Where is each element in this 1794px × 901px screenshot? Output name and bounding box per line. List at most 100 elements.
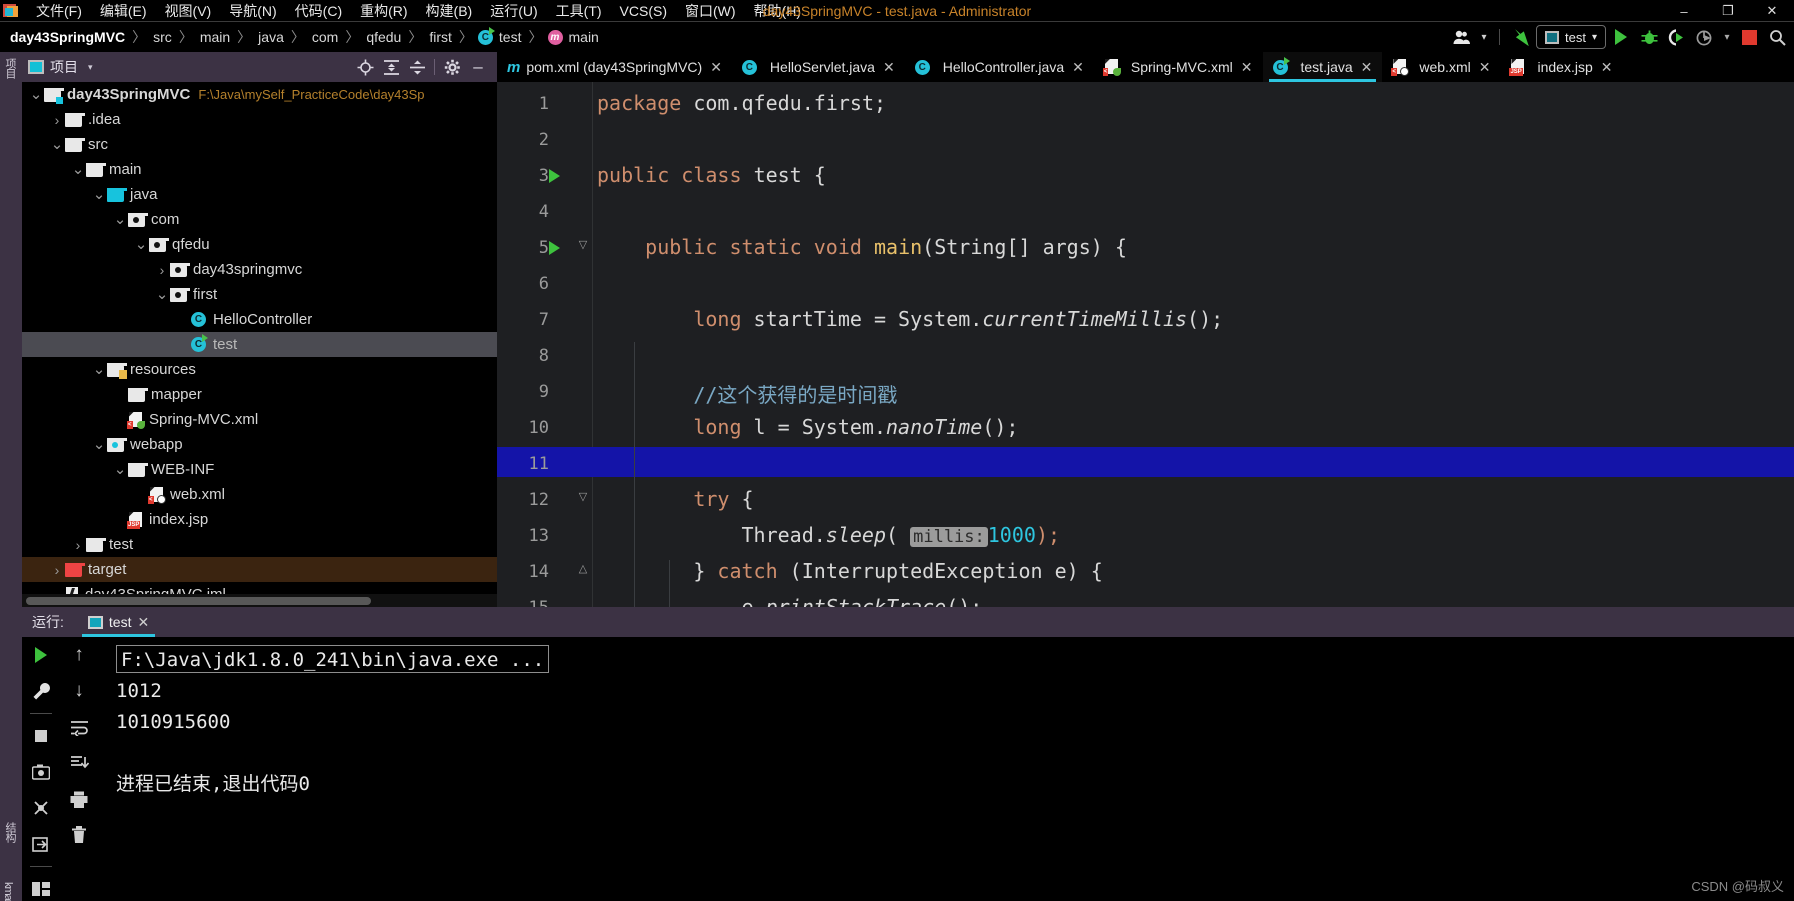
breadcrumb-method[interactable]: main (567, 29, 601, 45)
tree-node-target[interactable]: › target (22, 557, 497, 582)
menu-item-refactor[interactable]: 重构(R) (351, 0, 416, 22)
editor-tab-test-java[interactable]: Ctest.java ✕ (1262, 52, 1383, 82)
tree-node-day43springmvc[interactable]: › day43springmvc (22, 257, 497, 282)
scroll-to-end-icon[interactable] (60, 745, 98, 781)
close-icon[interactable]: ✕ (883, 59, 895, 76)
editor-tab-pom-xml-day43springmvc-[interactable]: m pom.xml (day43SpringMVC) ✕ (497, 52, 732, 82)
menu-item-build[interactable]: 构建(B) (417, 0, 482, 22)
tree-node-spring-mvc-xml[interactable]: < Spring-MVC.xml (22, 407, 497, 432)
tree-node-main[interactable]: ⌄ main (22, 157, 497, 182)
expand-all-icon[interactable] (378, 55, 404, 79)
tree-node-first[interactable]: ⌄ first (22, 282, 497, 307)
tree-node-test[interactable]: › test (22, 532, 497, 557)
close-icon[interactable]: ✕ (1601, 59, 1613, 76)
menu-item-code[interactable]: 代码(C) (286, 0, 351, 22)
tree-node-index-jsp[interactable]: JSP index.jsp (22, 507, 497, 532)
chevron-down-icon[interactable]: ⌄ (49, 137, 65, 152)
menu-item-window[interactable]: 窗口(W) (676, 0, 745, 22)
code-fold-marker[interactable]: ▽ (576, 238, 590, 254)
clear-all-icon[interactable] (60, 817, 98, 853)
chevron-right-icon[interactable]: › (49, 112, 65, 128)
hide-panel-icon[interactable]: – (465, 55, 491, 79)
code-fold-marker[interactable]: ▽ (576, 490, 590, 506)
breadcrumb-first[interactable]: first (427, 29, 454, 45)
breadcrumb-main[interactable]: main (198, 29, 232, 45)
user-account-icon[interactable] (1449, 25, 1475, 49)
chevron-down-icon[interactable]: ⌄ (28, 87, 44, 102)
tree-node-web-xml[interactable]: < web.xml (22, 482, 497, 507)
rerun-icon[interactable] (22, 637, 60, 673)
editor-tab-web-xml[interactable]: < web.xml ✕ (1382, 52, 1500, 82)
close-icon[interactable]: ✕ (1479, 59, 1491, 76)
chevron-down-icon[interactable]: ⌄ (112, 212, 128, 227)
scroll-down-icon[interactable]: ↓ (60, 673, 98, 709)
menu-item-vcs[interactable]: VCS(S) (611, 0, 676, 22)
chevron-right-icon[interactable]: › (49, 562, 65, 578)
profiler-caret-icon[interactable]: ▾ (1720, 25, 1734, 49)
editor-tab-spring-mvc-xml[interactable]: < Spring-MVC.xml ✕ (1094, 52, 1263, 82)
tree-node-test[interactable]: Ctest (22, 332, 497, 357)
screenshot-icon[interactable] (22, 754, 60, 790)
chevron-down-icon[interactable]: ⌄ (133, 237, 149, 252)
menu-item-help[interactable]: 帮助(H) (745, 0, 810, 22)
search-icon[interactable] (1764, 25, 1790, 49)
menu-item-edit[interactable]: 编辑(E) (91, 0, 156, 22)
tree-node-mapper[interactable]: mapper (22, 382, 497, 407)
editor-tab-helloservlet-java[interactable]: C HelloServlet.java ✕ (732, 52, 905, 82)
menu-item-navigate[interactable]: 导航(N) (220, 0, 285, 22)
chevron-down-icon[interactable]: ⌄ (70, 162, 86, 177)
tree-node-com[interactable]: ⌄ com (22, 207, 497, 232)
chevron-down-icon[interactable]: ⌄ (91, 187, 107, 202)
tree-node-webapp[interactable]: ⌄ webapp (22, 432, 497, 457)
console-output[interactable]: F:\Java\jdk1.8.0_241\bin\java.exe ... 101… (98, 637, 1794, 901)
strip-item-bookmarks[interactable]: kmarks (2, 882, 14, 901)
thread-dump-icon[interactable] (22, 790, 60, 826)
chevron-right-icon[interactable]: › (70, 537, 86, 553)
menu-item-view[interactable]: 视图(V) (156, 0, 221, 22)
menu-item-tools[interactable]: 工具(T) (547, 0, 611, 22)
run-icon[interactable] (1608, 25, 1634, 49)
gutter-run-icon[interactable] (549, 169, 560, 183)
strip-item-project[interactable]: 项目 (2, 58, 18, 78)
menu-item-file[interactable]: 文件(F) (27, 0, 91, 22)
run-configuration-selector[interactable]: test ▾ (1536, 25, 1606, 49)
tree-node-java[interactable]: ⌄ java (22, 182, 497, 207)
maximize-button[interactable]: ❐ (1706, 0, 1750, 22)
tree-node-day43springmvc[interactable]: ⌄ day43SpringMVC F:\Java\mySelf_PracticeCo… (22, 82, 497, 107)
gutter-run-icon[interactable] (549, 241, 560, 255)
run-tab-test[interactable]: test ✕ (78, 607, 159, 637)
export-icon[interactable] (22, 826, 60, 862)
stop-icon[interactable] (22, 718, 60, 754)
breadcrumb-java[interactable]: java (256, 29, 286, 45)
close-icon[interactable]: ✕ (1072, 59, 1084, 76)
breadcrumb-project[interactable]: day43SpringMVC (8, 29, 127, 45)
stop-icon[interactable] (1736, 25, 1762, 49)
soft-wrap-icon[interactable] (60, 709, 98, 745)
close-icon[interactable]: ✕ (710, 59, 722, 76)
breadcrumb-com[interactable]: com (310, 29, 340, 45)
close-icon[interactable]: ✕ (137, 614, 149, 631)
minimize-button[interactable]: – (1662, 0, 1706, 22)
tree-node-qfedu[interactable]: ⌄ qfedu (22, 232, 497, 257)
settings-wrench-icon[interactable] (22, 673, 60, 709)
tree-node--idea[interactable]: › .idea (22, 107, 497, 132)
tree-node-src[interactable]: ⌄ src (22, 132, 497, 157)
code-editor[interactable]: 1 package com.qfedu.first; 2 3 public class … (497, 82, 1794, 623)
menu-item-run[interactable]: 运行(U) (481, 0, 546, 22)
project-tree[interactable]: ⌄ day43SpringMVC F:\Java\mySelf_PracticeCo… (22, 82, 497, 607)
layout-icon[interactable] (22, 871, 60, 901)
chevron-down-icon[interactable]: ⌄ (154, 287, 170, 302)
editor-tab-hellocontroller-java[interactable]: C HelloController.java ✕ (905, 52, 1094, 82)
chevron-down-icon[interactable]: ⌄ (91, 437, 107, 452)
locate-icon[interactable] (352, 55, 378, 79)
code-fold-marker[interactable]: △ (576, 562, 590, 578)
editor-tab-index-jsp[interactable]: JSP index.jsp ✕ (1500, 52, 1622, 82)
scroll-up-icon[interactable]: ↑ (60, 637, 98, 673)
chevron-down-icon[interactable]: ⌄ (91, 362, 107, 377)
tree-node-web-inf[interactable]: ⌄ WEB-INF (22, 457, 497, 482)
project-tree-horizontal-scrollbar[interactable] (26, 597, 371, 605)
close-button[interactable]: ✕ (1750, 0, 1794, 22)
tree-node-resources[interactable]: ⌄ resources (22, 357, 497, 382)
run-with-coverage-icon[interactable] (1664, 25, 1690, 49)
account-caret-icon[interactable]: ▾ (1477, 25, 1491, 49)
